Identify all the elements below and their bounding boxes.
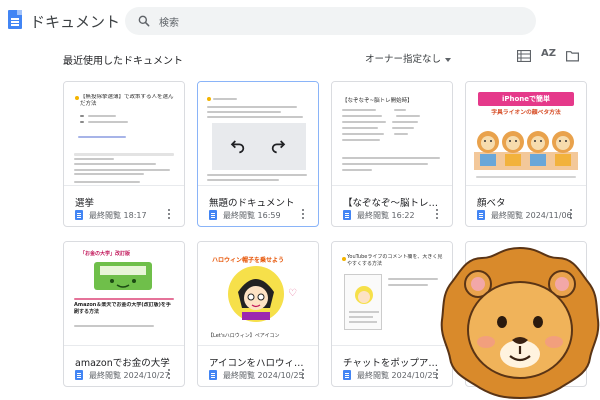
document-card[interactable]: YouTubeライブのコメント欄を、大きく見やすくする方法 チャットをポップアウ… xyxy=(331,241,453,387)
lion-mascot-illustration xyxy=(440,246,600,400)
document-title: チャットをポップアウト xyxy=(343,358,443,369)
thumbnail-caption: 【Let'sハロウィン】ペアイコン xyxy=(208,333,280,339)
document-title: 無題のドキュメント xyxy=(209,198,295,209)
more-options-icon[interactable] xyxy=(168,369,171,380)
redo-icon xyxy=(271,140,286,154)
docs-file-icon xyxy=(75,370,83,380)
document-title: アイコンをハロウィンに xyxy=(209,358,309,369)
caret-down-icon xyxy=(445,57,452,62)
list-view-icon[interactable] xyxy=(517,50,531,62)
last-opened-date: 最終閲覧 2024/10/25 xyxy=(357,371,438,380)
thumbnail-banner: iPhoneで簡単 xyxy=(478,92,574,106)
last-opened-date: 最終閲覧 16:59 xyxy=(223,211,281,220)
search-input[interactable]: 検索 xyxy=(159,14,179,29)
card-footer: アイコンをハロウィンに 最終閲覧 2024/10/25 xyxy=(198,345,318,386)
document-title: amazonでお金の大学 xyxy=(75,358,170,369)
card-footer: 顔ベタ 最終閲覧 2024/11/06 xyxy=(466,185,586,226)
card-footer: 無題のドキュメント 最終閲覧 16:59 xyxy=(198,185,318,226)
docs-file-icon xyxy=(477,210,485,220)
thumbnail-caption: Amazon＆楽天でお金の大学(改訂版)を手刷する方法 xyxy=(74,302,171,315)
document-card[interactable]: ハロウィン帽子を乗せよう ♡ 【Let'sハロウィン】ペアイコン アイコンをハロ… xyxy=(197,241,319,387)
docs-file-icon xyxy=(343,210,351,220)
document-thumbnail: 【無投除挙選薄】で政策する人を選んだ方法 xyxy=(64,82,184,185)
more-options-icon[interactable] xyxy=(436,209,439,220)
last-opened-date: 最終閲覧 2024/11/06 xyxy=(491,211,572,220)
more-options-icon[interactable] xyxy=(570,209,573,220)
thumbnail-subtitle: 字具ライオンの顔ベタ方法 xyxy=(491,110,561,116)
sort-az-icon[interactable]: AZ xyxy=(541,48,556,59)
thumbnail-caption: YouTubeライブのコメント欄を、大きく見やすくする方法 xyxy=(347,254,443,267)
last-opened-date: 最終閲覧 2024/10/27 xyxy=(89,371,170,380)
more-options-icon[interactable] xyxy=(168,209,171,220)
docs-file-icon xyxy=(75,210,83,220)
search-icon[interactable] xyxy=(137,14,151,28)
docs-file-icon xyxy=(343,370,351,380)
book-illustration xyxy=(94,262,152,290)
section-title: 最近使用したドキュメント xyxy=(63,56,183,67)
document-card[interactable]: 【なぞなぞ~脳トレ開始時】 【なぞなぞ〜脳トレ開始時… 最終閲覧 16:22 xyxy=(331,81,453,227)
card-footer: amazonでお金の大学 最終閲覧 2024/10/27 xyxy=(64,345,184,386)
halloween-avatar-illustration xyxy=(228,266,284,322)
thumbnail-screenshot xyxy=(344,274,382,330)
document-thumbnail: iPhoneで簡単 字具ライオンの顔ベタ方法 xyxy=(466,82,586,185)
more-options-icon[interactable] xyxy=(436,369,439,380)
owner-filter-dropdown[interactable]: オーナー指定なし xyxy=(365,51,452,65)
card-footer: チャットをポップアウト 最終閲覧 2024/10/25 xyxy=(332,345,452,386)
document-thumbnail: 「お金の大学」改訂版 Amazon＆楽天でお金の大学(改訂版)を手刷する方法 xyxy=(64,242,184,345)
document-thumbnail: 【なぞなぞ~脳トレ開始時】 xyxy=(332,82,452,185)
document-card[interactable]: 無題のドキュメント 最終閲覧 16:59 xyxy=(197,81,319,227)
document-thumbnail: ハロウィン帽子を乗せよう ♡ 【Let'sハロウィン】ペアイコン xyxy=(198,242,318,345)
card-footer: 選挙 最終閲覧 18:17 xyxy=(64,185,184,226)
document-title: 選挙 xyxy=(75,198,95,209)
last-opened-date: 最終閲覧 18:17 xyxy=(89,211,147,220)
undo-icon xyxy=(230,140,245,154)
document-thumbnail xyxy=(198,82,318,185)
card-footer: 【なぞなぞ〜脳トレ開始時… 最終閲覧 16:22 xyxy=(332,185,452,226)
docs-file-icon xyxy=(209,210,217,220)
document-card[interactable]: 【無投除挙選薄】で政策する人を選んだ方法 選挙 最終閲覧 18:17 xyxy=(63,81,185,227)
document-thumbnail: YouTubeライブのコメント欄を、大きく見やすくする方法 xyxy=(332,242,452,345)
owner-filter-label: オーナー指定なし xyxy=(365,54,442,65)
top-bar: ドキュメント 検索 xyxy=(0,0,600,42)
docs-file-icon xyxy=(209,370,217,380)
document-card[interactable]: iPhoneで簡単 字具ライオンの顔ベタ方法 顔ベタ 最終閲覧 2024/11/… xyxy=(465,81,587,227)
document-card[interactable]: 「お金の大学」改訂版 Amazon＆楽天でお金の大学(改訂版)を手刷する方法 a… xyxy=(63,241,185,387)
thumbnail-image xyxy=(212,123,306,170)
app-title[interactable]: ドキュメント xyxy=(30,11,120,32)
search-box[interactable]: 検索 xyxy=(125,7,536,35)
folder-icon[interactable] xyxy=(566,50,579,62)
docs-logo-icon[interactable] xyxy=(8,10,22,29)
document-title: 顔ベタ xyxy=(477,198,506,209)
more-options-icon[interactable] xyxy=(302,209,305,220)
last-opened-date: 最終閲覧 2024/10/25 xyxy=(223,371,304,380)
document-title: 【なぞなぞ〜脳トレ開始時… xyxy=(343,198,443,209)
last-opened-date: 最終閲覧 16:22 xyxy=(357,211,415,220)
more-options-icon[interactable] xyxy=(302,369,305,380)
lion-faces-illustration xyxy=(474,131,578,170)
